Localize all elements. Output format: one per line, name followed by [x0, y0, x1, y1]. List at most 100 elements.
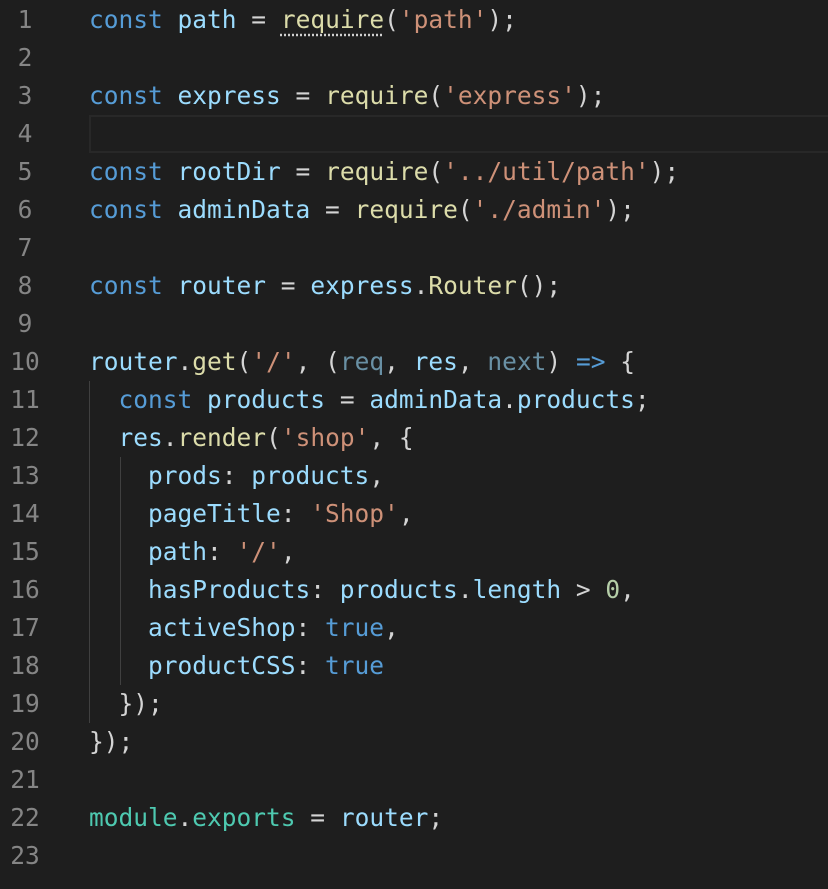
code-token: ); [649, 157, 680, 186]
code-line[interactable]: 15 path: '/', [0, 533, 828, 571]
code-line[interactable]: 2 [0, 39, 828, 77]
line-number: 22 [10, 803, 40, 832]
code-token: products [339, 575, 458, 604]
code-token: express [310, 271, 414, 300]
code-token: . [162, 423, 178, 452]
code-line[interactable]: 16 hasProducts: products.length > 0, [0, 571, 828, 609]
line-code: const rootDir = require('../util/path'); [89, 153, 679, 191]
line-number: 2 [17, 43, 33, 72]
code-line[interactable]: 9 [0, 305, 828, 343]
line-code: const path = require('path'); [89, 1, 517, 39]
code-token: ) [546, 347, 576, 376]
code-token: require [325, 157, 429, 186]
line-number: 16 [10, 575, 40, 604]
code-line[interactable]: 5 const rootDir = require('../util/path')… [0, 153, 828, 191]
line-number: 15 [10, 537, 40, 566]
code-line[interactable]: 18 productCSS: true [0, 647, 828, 685]
code-token: ( [457, 195, 473, 224]
code-line[interactable]: 4 [0, 115, 828, 153]
code-line[interactable]: 8 const router = express.Router(); [0, 267, 828, 305]
line-code: }); [89, 685, 163, 723]
code-line[interactable]: 17 activeShop: true, [0, 609, 828, 647]
code-token: ( [384, 5, 399, 34]
code-token: const [89, 81, 163, 110]
code-token: ( [266, 423, 281, 452]
code-token: , [280, 537, 296, 566]
code-line[interactable]: 7 [0, 229, 828, 267]
code-token: const [89, 157, 163, 186]
line-code: const adminData = require('./admin'); [89, 191, 635, 229]
code-token: hasProducts [148, 575, 311, 604]
line-number: 21 [10, 765, 40, 794]
code-token: = [236, 5, 281, 34]
code-token: = [280, 81, 326, 110]
line-number: 7 [17, 233, 33, 262]
code-token: : [295, 613, 326, 642]
code-token: , [384, 347, 414, 376]
code-line[interactable]: 13 prods: products, [0, 457, 828, 495]
code-token: const [89, 271, 163, 300]
code-line[interactable]: 6 const adminData = require('./admin'); [0, 191, 828, 229]
code-token: res [413, 347, 458, 376]
code-line[interactable]: 12 res.render('shop', { [0, 419, 828, 457]
code-token: 0 [605, 575, 621, 604]
line-code: hasProducts: products.length > 0, [89, 571, 635, 609]
code-token: '../util/path' [443, 157, 650, 186]
code-token: const [89, 5, 163, 34]
code-token: adminData [177, 195, 311, 224]
line-code: const express = require('express'); [89, 77, 605, 115]
code-token: const [118, 385, 193, 414]
code-line[interactable]: 11 const products = adminData.products; [0, 381, 828, 419]
code-line[interactable]: 14 pageTitle: 'Shop', [0, 495, 828, 533]
code-token: (); [516, 271, 562, 300]
line-code: const router = express.Router(); [89, 267, 561, 305]
line-number: 20 [10, 727, 40, 756]
line-code: router.get('/', (req, res, next) => { [89, 343, 635, 381]
code-line[interactable]: 22 module.exports = router; [0, 799, 828, 837]
code-editor[interactable]: 1 const path = require('path'); 2 3 const ex… [0, 0, 828, 889]
code-token: render [177, 423, 267, 452]
code-line[interactable]: 1 const path = require('path'); [0, 1, 828, 39]
code-line[interactable]: 3 const express = require('express'); [0, 77, 828, 115]
code-token: router [177, 271, 267, 300]
line-number: 6 [17, 195, 33, 224]
code-token: . [502, 385, 517, 414]
code-token: ( [236, 347, 252, 376]
code-token: next [487, 347, 547, 376]
code-token: => [575, 347, 606, 376]
code-token: ( [428, 157, 444, 186]
code-token: ; [428, 803, 444, 832]
code-token: require [354, 195, 458, 224]
code-token: }); [89, 689, 163, 718]
code-token: '/' [251, 347, 296, 376]
line-code: prods: products, [89, 457, 384, 495]
code-line[interactable]: 23 [0, 837, 828, 875]
code-token: , [369, 461, 385, 490]
line-number: 23 [10, 841, 40, 870]
code-token: router [89, 347, 178, 376]
code-token: , [384, 613, 399, 642]
code-token: path [177, 5, 237, 34]
code-line[interactable]: 10 router.get('/', (req, res, next) => { [0, 343, 828, 381]
line-number: 5 [17, 157, 33, 186]
code-token: ); [575, 81, 606, 110]
code-token: get [192, 347, 237, 376]
line-number: 12 [10, 423, 40, 452]
code-token: , { [369, 423, 414, 452]
code-token: = [280, 157, 326, 186]
code-token: require [280, 5, 385, 34]
code-token: : [295, 651, 326, 680]
code-token: ); [605, 195, 635, 224]
line-number: 13 [10, 461, 40, 490]
line-number: 17 [10, 613, 40, 642]
code-token: . [413, 271, 429, 300]
code-line[interactable]: 20}); [0, 723, 828, 761]
code-token: . [457, 575, 473, 604]
code-line[interactable]: 19 }); [0, 685, 828, 723]
code-line[interactable]: 21 [0, 761, 828, 799]
code-token: { [605, 347, 635, 376]
